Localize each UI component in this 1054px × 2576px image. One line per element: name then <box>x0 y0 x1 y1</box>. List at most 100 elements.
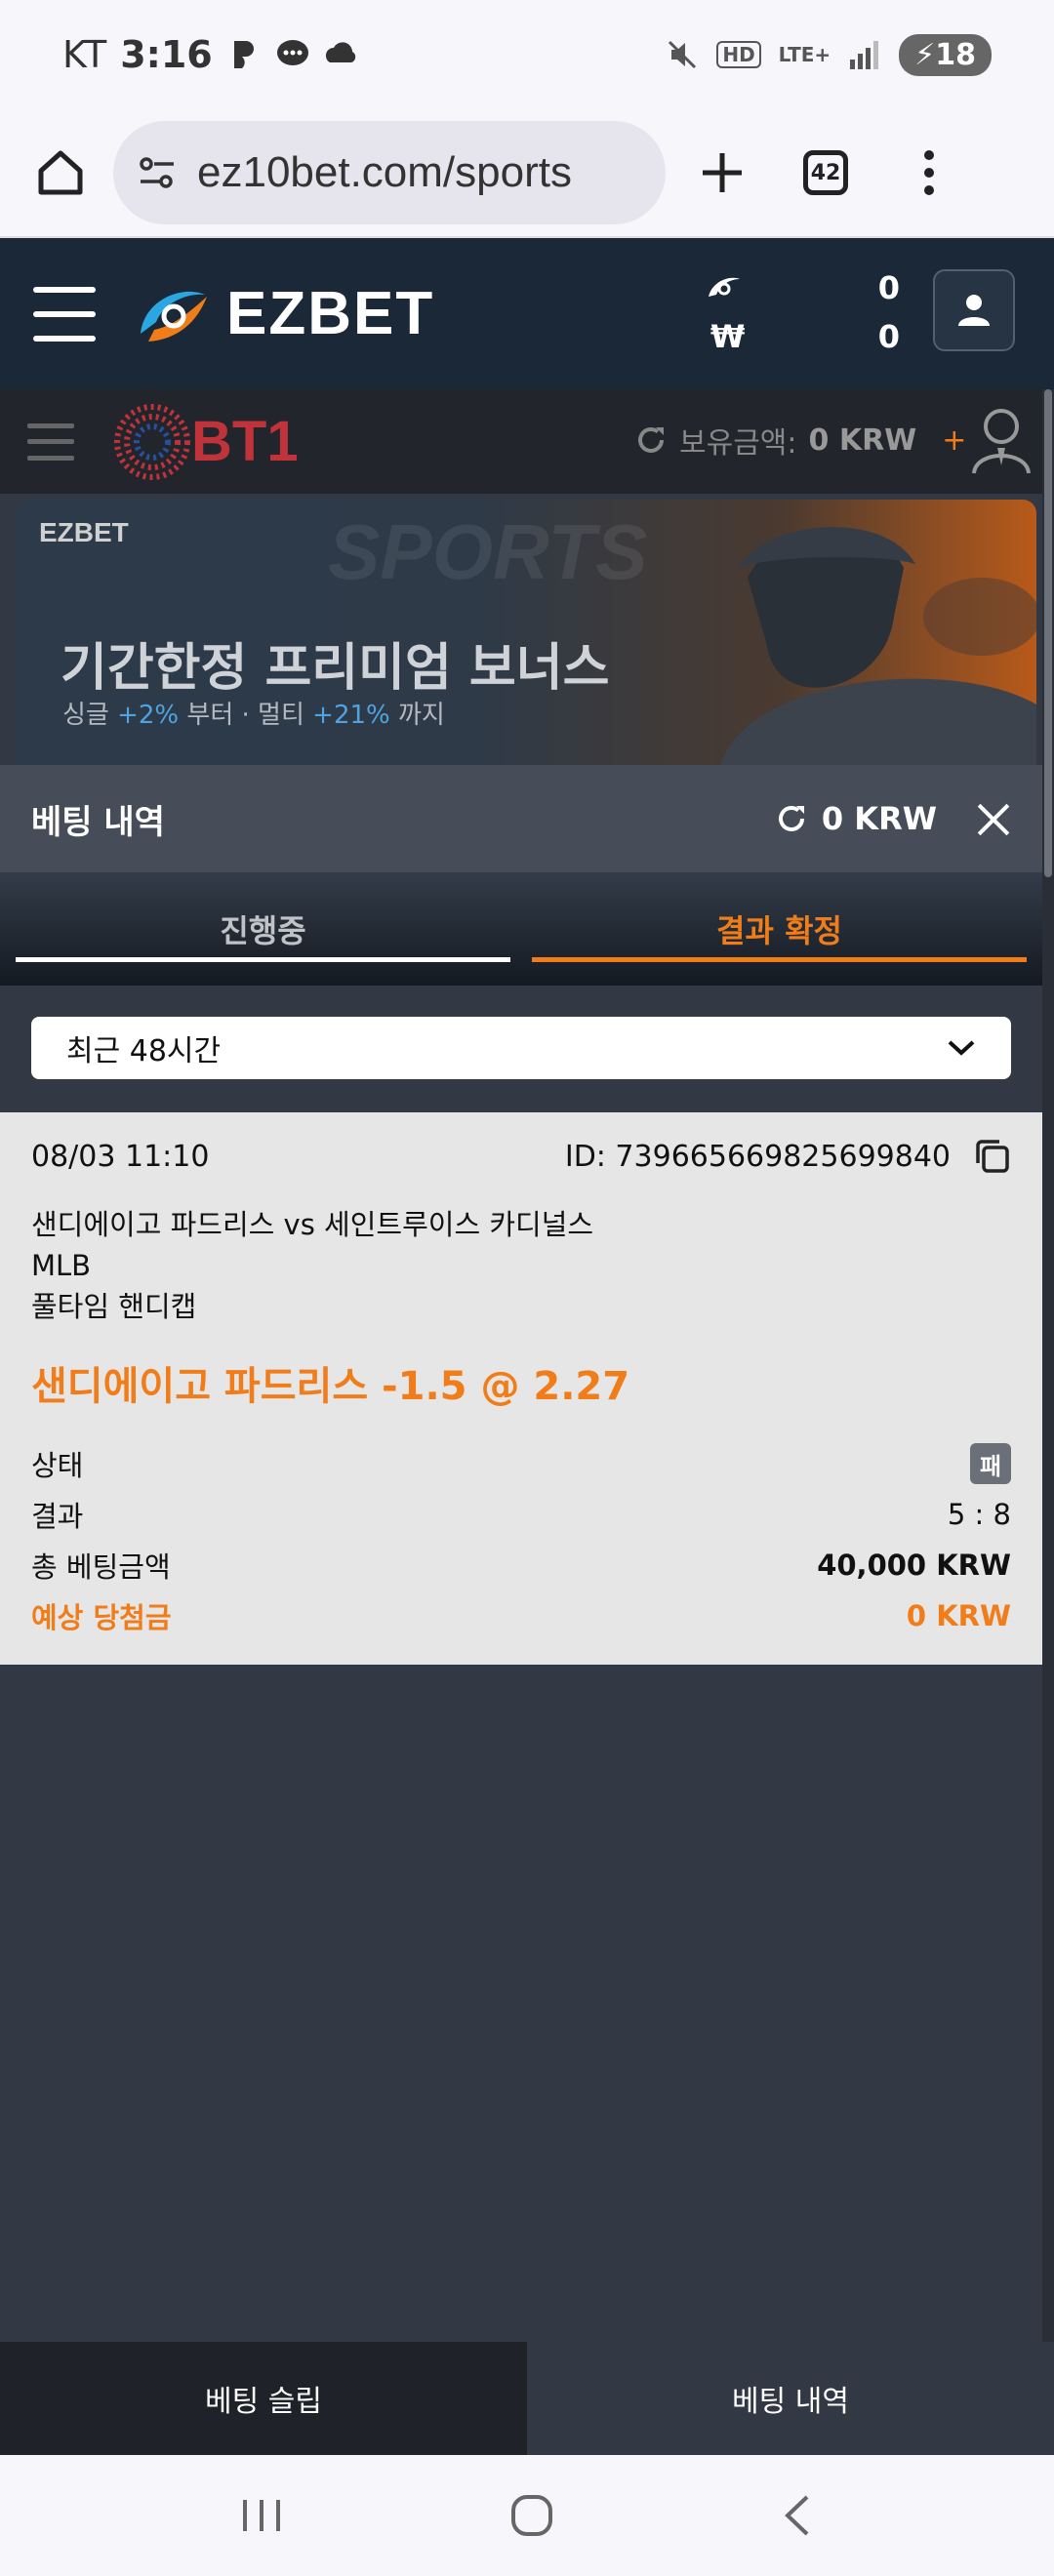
recents-icon[interactable] <box>237 2496 286 2535</box>
bet-status-tabs: 진행중 결과 확정 <box>0 872 1042 986</box>
clock: 3:16 <box>120 33 213 76</box>
deposit-plus[interactable]: + <box>942 423 966 458</box>
refresh-icon[interactable] <box>775 802 808 835</box>
carrier-label: KT <box>62 33 107 76</box>
promo-banner[interactable]: SPORTS EZBET 기간한정 프리미엄 보너스 싱글 +2% 부터 · 멀… <box>16 500 1036 773</box>
bottom-tab-bar: 베팅 슬립 베팅 내역 <box>0 2342 1054 2455</box>
result-value: 5 : 8 <box>947 1498 1011 1531</box>
status-row: 상태 패 <box>31 1438 1011 1489</box>
bet-date: 08/03 11:10 <box>31 1139 210 1174</box>
hd-icon: HD <box>716 41 761 68</box>
stake-label: 총 베팅금액 <box>31 1550 171 1584</box>
tab-in-progress[interactable]: 진행중 <box>16 872 510 986</box>
period-select[interactable]: 최근 48시간 <box>31 1017 1011 1079</box>
bet-history-tab[interactable]: 베팅 내역 <box>527 2342 1054 2455</box>
provider-menu-button[interactable] <box>27 423 74 461</box>
status-label: 상태 <box>31 1449 84 1482</box>
bt1-logo-text: BT1 <box>191 410 299 473</box>
result-label: 결과 <box>31 1500 84 1533</box>
battery-indicator: ⚡18 <box>899 33 992 76</box>
site-header: EZBET 0 ₩ 0 <box>0 238 1054 389</box>
banner-multi-pct: +21% <box>312 701 390 730</box>
ezbet-logo-icon <box>141 291 207 342</box>
bet-pick: 샌디에이고 파드리스 -1.5 @ 2.27 <box>31 1364 630 1409</box>
banner-title: 기간한정 프리미엄 보너스 <box>61 639 610 698</box>
user-icon <box>958 295 990 326</box>
browser-toolbar: ez10bet.com/sports 42 <box>0 109 1054 238</box>
tab-switcher-button[interactable]: 42 <box>794 141 857 204</box>
account-button[interactable] <box>933 269 1015 351</box>
back-icon[interactable] <box>778 2491 817 2540</box>
provider-user-button[interactable] <box>970 407 1033 479</box>
bet-history-panel: 베팅 내역 0 KRW 진행중 결과 확정 최근 48시간 08/03 11:1… <box>0 765 1042 2342</box>
bet-league: MLB <box>31 1249 92 1282</box>
user-outline-icon <box>972 409 1031 474</box>
banner-to-label: 까지 <box>398 701 445 730</box>
menu-bar <box>27 455 74 461</box>
panel-title: 베팅 내역 <box>31 802 165 842</box>
app-notification-icon <box>233 41 254 68</box>
new-tab-button[interactable] <box>691 141 753 204</box>
chevron-down-icon <box>948 1040 975 1056</box>
stake-row: 총 베팅금액 40,000 KRW <box>31 1540 1011 1590</box>
bet-id: ID: 739665669825699840 <box>564 1139 951 1174</box>
menu-bar <box>33 310 96 317</box>
balance-label: 보유금액: <box>679 426 797 461</box>
more-vert-icon <box>924 150 934 195</box>
menu-bar <box>33 335 96 342</box>
home-button[interactable] <box>29 141 92 204</box>
banner-from-label: 부터 · 멀티 <box>186 701 304 730</box>
result-row: 결과 5 : 8 <box>31 1489 1011 1540</box>
balance-summary: 0 ₩ 0 <box>705 263 900 361</box>
tab-settled[interactable]: 결과 확정 <box>532 872 1027 986</box>
url-text: ez10bet.com/sports <box>197 148 572 196</box>
status-badge: 패 <box>970 1443 1011 1484</box>
ezbet-logo[interactable]: EZBET <box>135 279 434 349</box>
bet-id-group: ID: 739665669825699840 <box>565 1138 1011 1175</box>
home-icon <box>38 150 83 195</box>
menu-bar <box>27 439 74 444</box>
ezbet-logo-text: EZBET <box>226 280 435 347</box>
menu-bar <box>33 286 96 293</box>
banner-logo: EZBET <box>39 517 129 547</box>
banner-single-label: 싱글 <box>62 701 109 730</box>
point-balance: 0 <box>877 269 900 306</box>
panel-header: 베팅 내역 0 KRW <box>0 765 1042 872</box>
page-scrollbar[interactable] <box>1042 389 1054 2342</box>
copy-icon[interactable] <box>974 1138 1011 1175</box>
panel-balance: 0 KRW <box>821 800 937 837</box>
bet-card: 08/03 11:10 ID: 739665669825699840 샌디에이고… <box>0 1112 1042 1665</box>
browser-menu-button[interactable] <box>898 141 960 204</box>
status-bar: KT 3:16 HD LTE+ ⚡18 <box>0 0 1054 109</box>
bt1-logo: BT1 <box>113 403 299 481</box>
home-nav-icon[interactable] <box>507 2491 556 2540</box>
period-select-value: 최근 48시간 <box>66 1034 222 1068</box>
krw-symbol: ₩ <box>710 318 746 355</box>
banner-single-pct: +2% <box>117 701 180 730</box>
site-settings-icon[interactable] <box>137 152 178 193</box>
main-menu-button[interactable] <box>33 286 96 342</box>
cloud-notification-icon <box>325 42 355 62</box>
payout-label: 예상 당첨금 <box>31 1601 172 1634</box>
refresh-icon[interactable] <box>634 423 668 457</box>
ezbet-coin-icon <box>709 277 740 297</box>
plus-icon <box>703 153 742 192</box>
baseball-player-image <box>718 527 1036 773</box>
banner-subtitle: 싱글 +2% 부터 · 멀티 +21% 까지 <box>62 695 445 731</box>
scrollbar-thumb[interactable] <box>1044 389 1052 877</box>
bet-slip-tab[interactable]: 베팅 슬립 <box>0 2342 527 2455</box>
bet-market: 풀타임 핸디캡 <box>31 1290 197 1323</box>
payout-row: 예상 당첨금 0 KRW <box>31 1590 1011 1641</box>
close-panel-button[interactable] <box>976 801 1011 836</box>
signal-icon <box>850 41 879 69</box>
lte-icon: LTE+ <box>778 43 831 66</box>
balance-value: 0 KRW <box>808 423 917 458</box>
provider-header: BT1 보유금액: 0 KRW + <box>0 389 1054 494</box>
stake-value: 40,000 KRW <box>817 1549 1011 1582</box>
bet-match: 샌디에이고 파드리스 vs 세인트루이스 카디널스 <box>31 1208 594 1241</box>
system-nav-bar <box>0 2455 1054 2576</box>
krw-balance: 0 <box>877 318 900 355</box>
address-bar[interactable]: ez10bet.com/sports <box>113 121 666 224</box>
menu-bar <box>27 423 74 428</box>
payout-value: 0 KRW <box>906 1599 1011 1632</box>
